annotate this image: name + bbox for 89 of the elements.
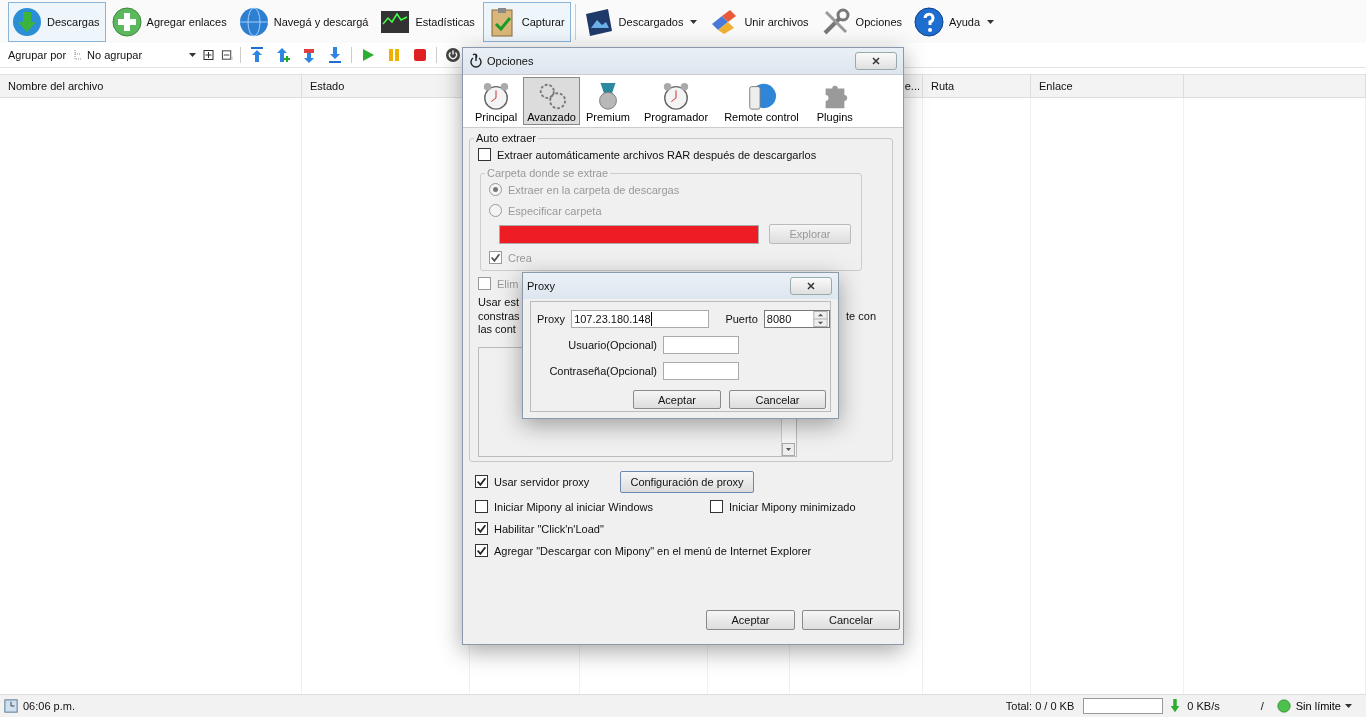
toolbar-button[interactable]: Estadísticas [376,1,481,42]
separator-text: / [1260,700,1264,712]
group-by-label: Agrupar por [8,49,67,61]
toolbar-button[interactable]: Descargas [8,1,106,42]
total-text: Total: 0 / 0 KB [1005,700,1075,712]
settings-tab[interactable]: Remote control [720,77,803,125]
close-button[interactable] [855,52,897,70]
speed-limit-icon [1276,699,1291,713]
help-icon [913,5,946,38]
checkbox[interactable] [475,522,488,535]
description-text: constras [478,309,520,323]
username-field[interactable] [663,336,739,354]
expand-icon[interactable] [202,49,216,61]
move-bottom-icon[interactable] [327,47,344,63]
description-text: las cont [478,323,517,337]
toolbar-button[interactable]: Agregar enlaces [107,1,233,42]
checkbox[interactable] [478,148,491,161]
group-by-dropdown[interactable]: No agrupar [72,46,197,64]
toolbar-button[interactable]: Descargados [579,1,704,42]
scroll-down-icon[interactable] [782,442,795,456]
checkbox[interactable] [475,500,488,513]
group-title: Carpeta donde se extrae [486,167,610,179]
checkbox-label: Iniciar Mipony al iniciar Windows [494,500,654,513]
tree-icon [74,50,83,60]
settings-tab[interactable]: Avanzado [523,77,580,125]
field-label: Puerto [725,313,758,325]
move-up-icon[interactable] [275,47,292,63]
toolbar-button[interactable]: Capturar [482,1,571,42]
checkbox[interactable] [475,475,488,488]
settings-tab[interactable]: Programador [639,77,713,125]
caret-icon [1345,704,1352,708]
caret-icon [189,53,197,57]
field-label: Contraseña(Opcional) [548,365,657,377]
settings-tab[interactable]: Plugins [812,77,857,125]
spinner-icon[interactable] [813,311,828,327]
speed-limit-dropdown[interactable]: Sin límite [1295,700,1352,712]
description-text: Usar est [478,296,520,310]
column-header[interactable]: e... [904,80,920,92]
proxy-settings-button[interactable]: Configuración de proxy [620,470,754,493]
column-header[interactable]: Estado [310,80,345,92]
checkbox-label: Extraer automáticamente archivos RAR después de descargarlos [497,148,817,161]
time-text: 06:06 p.m. [23,700,75,712]
dialog-button[interactable]: Cancelar [802,609,900,630]
port-field[interactable]: 8080 [763,310,830,328]
checkbox-label: Crea [508,251,532,264]
download-icon [11,5,43,38]
field-label: Usuario(Opcional) [567,339,657,351]
close-icon [807,282,815,290]
close-icon [872,57,880,65]
window-title: Proxy [527,280,556,292]
caret-icon [690,19,698,24]
dialog-button[interactable]: Aceptar [706,609,795,630]
radio-label: Especificar carpeta [508,204,602,217]
phone-globe-icon [746,81,777,111]
checkbox[interactable] [710,500,723,513]
plus-icon [110,5,143,38]
toolbar-button[interactable]: Unir archivos [705,1,815,42]
dialog-button[interactable]: Aceptar [633,390,721,409]
stop-icon[interactable] [412,47,429,63]
column-header[interactable]: Ruta [931,80,955,92]
collapse-icon[interactable] [221,49,235,61]
clock-icon [4,699,18,713]
caret-icon [987,19,995,24]
checkbox-label: Habilitar "Click'n'Load" [494,522,604,535]
window-title: Opciones [487,55,534,67]
toolbar-button[interactable]: Ayuda [910,1,1001,42]
checkbox-label: Usar servidor proxy [494,475,591,488]
checkbox-label: Elim [497,277,519,290]
settings-tab[interactable]: Premium [581,77,634,125]
radio-label: Extraer en la carpeta de descargas [508,183,680,196]
toolbar-button[interactable]: Opciones [816,1,909,42]
field-label: Proxy [537,313,566,325]
settings-tab[interactable]: Principal [471,77,522,125]
password-field[interactable] [663,362,739,380]
description-text: te con [846,309,876,323]
power-icon[interactable] [445,47,462,63]
checkbox[interactable] [475,544,488,557]
dialog-button[interactable]: Cancelar [729,390,826,409]
proxy-address-field[interactable]: 107.23.180.148 [571,310,710,328]
toolbar-button[interactable]: Navegá y descargá [234,1,375,42]
move-top-icon[interactable] [249,47,266,63]
checkbox-label: Iniciar Mipony minimizado [729,500,856,513]
column-header[interactable]: Enlace [1039,80,1073,92]
column-header[interactable]: Nombre del archivo [8,80,104,92]
globe-icon [237,5,270,38]
speed-text: 0 KB/s [1187,700,1220,712]
group-title: Auto extraer [475,132,537,144]
close-button[interactable] [790,277,832,295]
checkbox-label: Agregar "Descargar con Mipony" en el menú de Internet Explorer [494,544,812,557]
